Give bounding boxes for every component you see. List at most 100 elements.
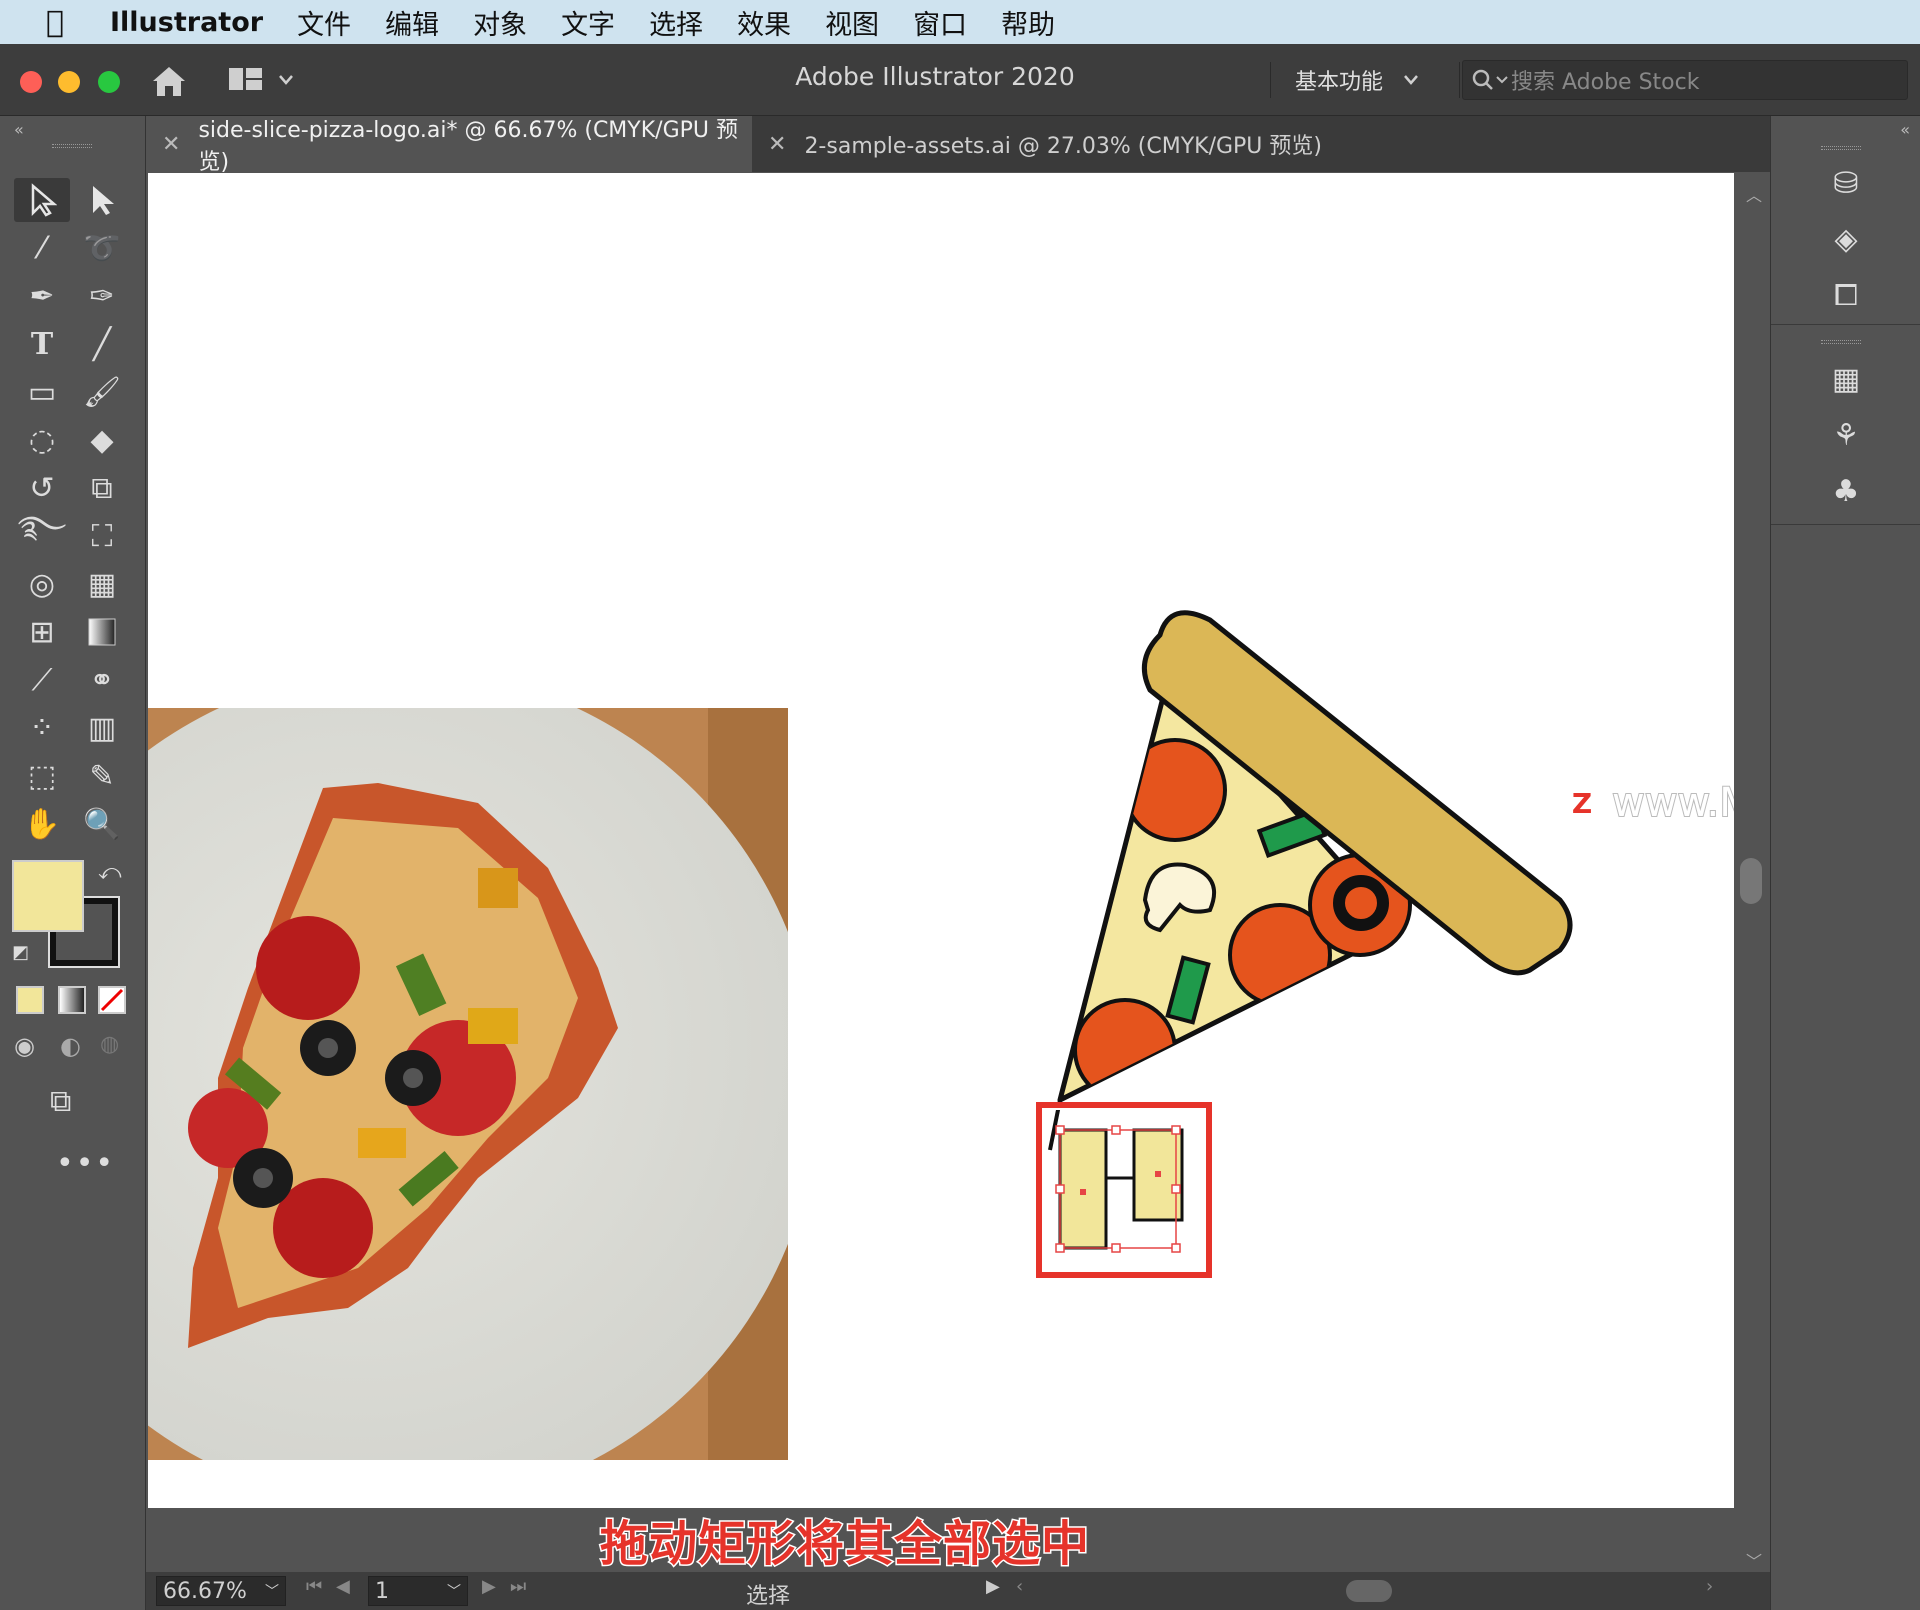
screen-mode-icon[interactable]: ⧉	[50, 1084, 71, 1119]
gradient-tool[interactable]	[74, 610, 130, 654]
scrollbar-thumb[interactable]	[1740, 858, 1762, 904]
artboard-tool[interactable]: ⬚	[14, 754, 70, 798]
none-mode-button[interactable]	[98, 986, 126, 1014]
pepperoni-shape[interactable]	[1073, 998, 1177, 1100]
eyedropper-icon: ⟋	[31, 662, 53, 698]
line-tool[interactable]: ╱	[74, 322, 130, 366]
layers-panel-button[interactable]: ◈	[1811, 216, 1881, 262]
direct-selection-tool[interactable]	[74, 178, 130, 222]
curvature-tool[interactable]: ✑	[74, 274, 130, 318]
blend-tool[interactable]: ⚭	[74, 658, 130, 702]
menu-file[interactable]: 文件	[297, 3, 351, 42]
next-artboard-icon[interactable]: ▶	[482, 1576, 496, 1597]
menu-object[interactable]: 对象	[473, 3, 527, 42]
menu-edit[interactable]: 编辑	[385, 3, 439, 42]
apple-icon[interactable]: 	[0, 5, 110, 40]
swap-fill-stroke-icon[interactable]: ⤺	[98, 860, 122, 885]
center-point	[1155, 1171, 1161, 1177]
artboard-icon: ⬚	[27, 758, 57, 794]
free-transform-tool[interactable]: ⛶	[74, 514, 130, 558]
vertical-scrollbar[interactable]: ︿ ﹀	[1734, 172, 1770, 1572]
artboard-number-field[interactable]: 1 ﹀	[368, 1576, 468, 1606]
shape-builder-tool[interactable]: ◎	[14, 562, 70, 606]
brushes-icon: ⚘	[1832, 417, 1860, 453]
menu-window[interactable]: 窗口	[913, 3, 967, 42]
scroll-up-icon[interactable]: ︿	[1746, 182, 1762, 206]
default-fill-stroke-icon[interactable]: ◩	[12, 942, 29, 963]
gradient-mode-button[interactable]	[58, 986, 86, 1014]
panel-grip[interactable]	[1821, 340, 1861, 344]
hand-tool[interactable]: ✋	[14, 802, 70, 846]
menu-type[interactable]: 文字	[561, 3, 615, 42]
shaper-tool[interactable]: ◌	[14, 418, 70, 462]
brushes-panel-button[interactable]: ⚘	[1811, 412, 1881, 458]
selected-rectangles[interactable]	[1052, 1116, 1202, 1266]
panel-grip[interactable]	[1821, 146, 1861, 150]
mesh-icon: ⊞	[29, 614, 55, 650]
workspace-label: 基本功能	[1295, 70, 1384, 95]
menu-help[interactable]: 帮助	[1001, 3, 1055, 42]
mesh-tool[interactable]: ⊞	[14, 610, 70, 654]
zoom-tool[interactable]: 🔍	[74, 802, 130, 846]
eraser-icon: ◆	[90, 422, 114, 458]
color-mode-button[interactable]	[16, 986, 44, 1014]
libraries-panel-button[interactable]: ⧠	[1811, 272, 1881, 318]
search-icon	[1472, 69, 1508, 90]
symbols-panel-button[interactable]: ♣	[1811, 468, 1881, 514]
horizontal-scrollbar-thumb[interactable]	[1346, 1580, 1392, 1602]
scale-tool[interactable]: ⧉	[74, 466, 130, 510]
symbol-sprayer-tool[interactable]: ⁘	[14, 706, 70, 750]
slice-knife-icon: ✎	[89, 758, 115, 794]
tab-side-slice-pizza-logo[interactable]: ✕ side-slice-pizza-logo.ai* @ 66.67% (CM…	[146, 116, 752, 175]
properties-panel-button[interactable]: ⛁	[1811, 160, 1881, 206]
draw-normal-icon[interactable]: ◉	[14, 1032, 35, 1060]
column-graph-tool[interactable]: ▥	[74, 706, 130, 750]
collapse-panel-icon[interactable]: «	[14, 120, 24, 139]
panel-grip[interactable]	[52, 144, 92, 148]
zoom-field[interactable]: 66.67% ﹀	[156, 1576, 286, 1606]
previous-artboard-icon[interactable]: ◀	[336, 1576, 350, 1597]
chevron-down-icon: ﹀	[447, 1584, 461, 1600]
swatches-panel-button[interactable]: ▦	[1811, 356, 1881, 402]
free-transform-icon: ⛶	[91, 518, 113, 554]
lasso-tool[interactable]: ➰	[74, 226, 130, 270]
column-graph-icon: ▥	[87, 710, 117, 746]
stock-search-input[interactable]: 搜索 Adobe Stock	[1462, 60, 1908, 100]
close-tab-icon[interactable]: ✕	[768, 132, 786, 157]
pen-tool[interactable]: ✒	[14, 274, 70, 318]
perspective-grid-tool[interactable]: ▦	[74, 562, 130, 606]
scroll-down-icon[interactable]: ﹀	[1746, 1548, 1762, 1572]
eyedropper-tool[interactable]: ⟋	[14, 658, 70, 702]
scroll-right-icon[interactable]: ›	[1706, 1576, 1713, 1597]
window-titlebar: Adobe Illustrator 2020 基本功能 搜索 Adobe Sto…	[0, 44, 1920, 116]
scale-icon: ⧉	[91, 470, 113, 506]
last-artboard-icon[interactable]: ⏭	[510, 1576, 526, 1597]
layers-icon: ◈	[1834, 221, 1858, 257]
warp-tool[interactable]: ࿐	[14, 510, 70, 558]
paintbrush-tool[interactable]: 🖌	[74, 370, 130, 414]
menu-effect[interactable]: 效果	[737, 3, 791, 42]
close-tab-icon[interactable]: ✕	[162, 132, 180, 157]
menu-app-name[interactable]: Illustrator	[110, 7, 263, 38]
pepperoni-shape[interactable]	[1123, 738, 1227, 842]
collapse-panel-icon[interactable]: «	[1900, 120, 1910, 139]
magic-wand-tool[interactable]: ⁄	[14, 226, 70, 270]
menu-select[interactable]: 选择	[649, 3, 703, 42]
selection-tool[interactable]	[14, 178, 70, 222]
draw-behind-icon[interactable]: ◐	[60, 1032, 81, 1060]
lasso-icon: ➰	[83, 230, 121, 266]
rectangle-tool[interactable]: ▭	[14, 370, 70, 414]
fill-swatch[interactable]	[12, 860, 84, 932]
tab-2-sample-assets[interactable]: ✕ 2-sample-assets.ai @ 27.03% (CMYK/GPU …	[752, 116, 1452, 172]
more-tools-icon[interactable]: •••	[56, 1146, 115, 1181]
scroll-left-icon[interactable]: ‹	[1016, 1576, 1023, 1597]
first-artboard-icon[interactable]: ⏮	[306, 1576, 322, 1597]
type-tool[interactable]: T	[14, 322, 70, 366]
slice-tool[interactable]: ✎	[74, 754, 130, 798]
pizza-photo[interactable]	[148, 708, 788, 1460]
status-menu-icon[interactable]: ▶	[986, 1576, 1000, 1597]
draw-inside-icon[interactable]: ◍	[100, 1032, 119, 1057]
menu-view[interactable]: 视图	[825, 3, 879, 42]
workspace-switcher[interactable]: 基本功能	[1270, 62, 1460, 98]
eraser-tool[interactable]: ◆	[74, 418, 130, 462]
